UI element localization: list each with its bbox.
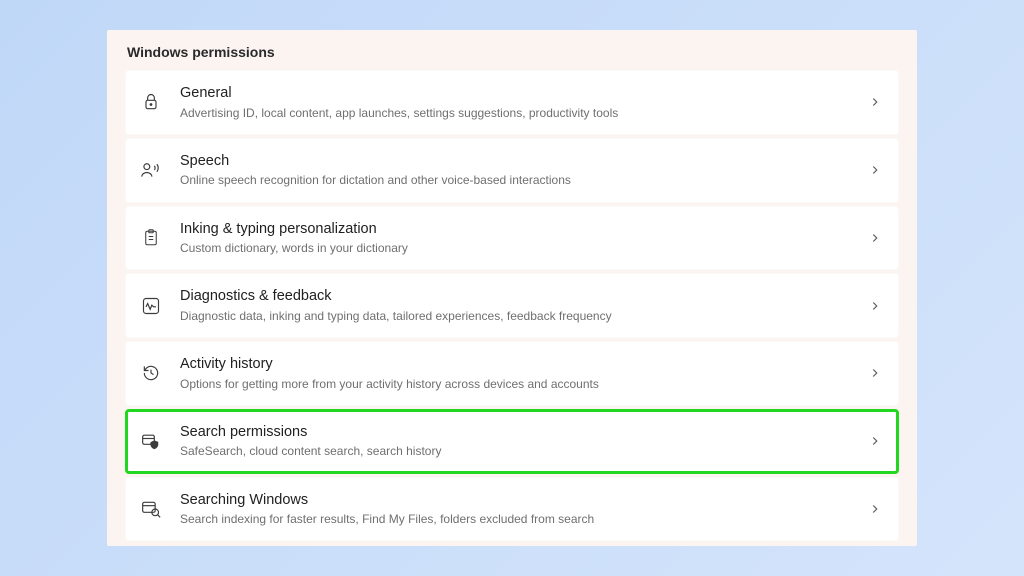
row-search-permissions[interactable]: Search permissions SafeSearch, cloud con… — [125, 409, 899, 474]
settings-list: General Advertising ID, local content, a… — [125, 70, 899, 541]
row-text: Activity history Options for getting mor… — [180, 355, 850, 392]
row-title: General — [180, 84, 850, 104]
search-shield-icon — [140, 430, 162, 452]
chevron-right-icon — [868, 95, 882, 109]
chevron-right-icon — [868, 299, 882, 313]
row-desc: Diagnostic data, inking and typing data,… — [180, 308, 850, 324]
row-text: Speech Online speech recognition for dic… — [180, 152, 850, 189]
row-searching-windows[interactable]: Searching Windows Search indexing for fa… — [125, 477, 899, 542]
clipboard-icon — [140, 227, 162, 249]
chevron-right-icon — [868, 231, 882, 245]
row-title: Searching Windows — [180, 491, 850, 511]
diagnostics-icon — [140, 295, 162, 317]
chevron-right-icon — [868, 163, 882, 177]
row-title: Diagnostics & feedback — [180, 287, 850, 307]
chevron-right-icon — [868, 434, 882, 448]
row-text: General Advertising ID, local content, a… — [180, 84, 850, 121]
row-speech[interactable]: Speech Online speech recognition for dic… — [125, 138, 899, 203]
row-text: Inking & typing personalization Custom d… — [180, 220, 850, 257]
row-desc: SafeSearch, cloud content search, search… — [180, 443, 850, 459]
row-title: Activity history — [180, 355, 850, 375]
row-desc: Options for getting more from your activ… — [180, 376, 850, 392]
row-desc: Online speech recognition for dictation … — [180, 172, 850, 188]
section-title: Windows permissions — [125, 44, 899, 60]
row-inking-typing[interactable]: Inking & typing personalization Custom d… — [125, 206, 899, 271]
row-general[interactable]: General Advertising ID, local content, a… — [125, 70, 899, 135]
row-diagnostics-feedback[interactable]: Diagnostics & feedback Diagnostic data, … — [125, 273, 899, 338]
row-desc: Search indexing for faster results, Find… — [180, 511, 850, 527]
row-text: Diagnostics & feedback Diagnostic data, … — [180, 287, 850, 324]
chevron-right-icon — [868, 502, 882, 516]
row-activity-history[interactable]: Activity history Options for getting mor… — [125, 341, 899, 406]
chevron-right-icon — [868, 366, 882, 380]
speech-icon — [140, 159, 162, 181]
row-desc: Advertising ID, local content, app launc… — [180, 105, 850, 121]
lock-icon — [140, 91, 162, 113]
row-title: Search permissions — [180, 423, 850, 443]
history-icon — [140, 362, 162, 384]
windows-permissions-panel: Windows permissions General Advertising … — [107, 30, 917, 546]
row-title: Speech — [180, 152, 850, 172]
row-text: Search permissions SafeSearch, cloud con… — [180, 423, 850, 460]
row-text: Searching Windows Search indexing for fa… — [180, 491, 850, 528]
row-title: Inking & typing personalization — [180, 220, 850, 240]
row-desc: Custom dictionary, words in your diction… — [180, 240, 850, 256]
search-windows-icon — [140, 498, 162, 520]
